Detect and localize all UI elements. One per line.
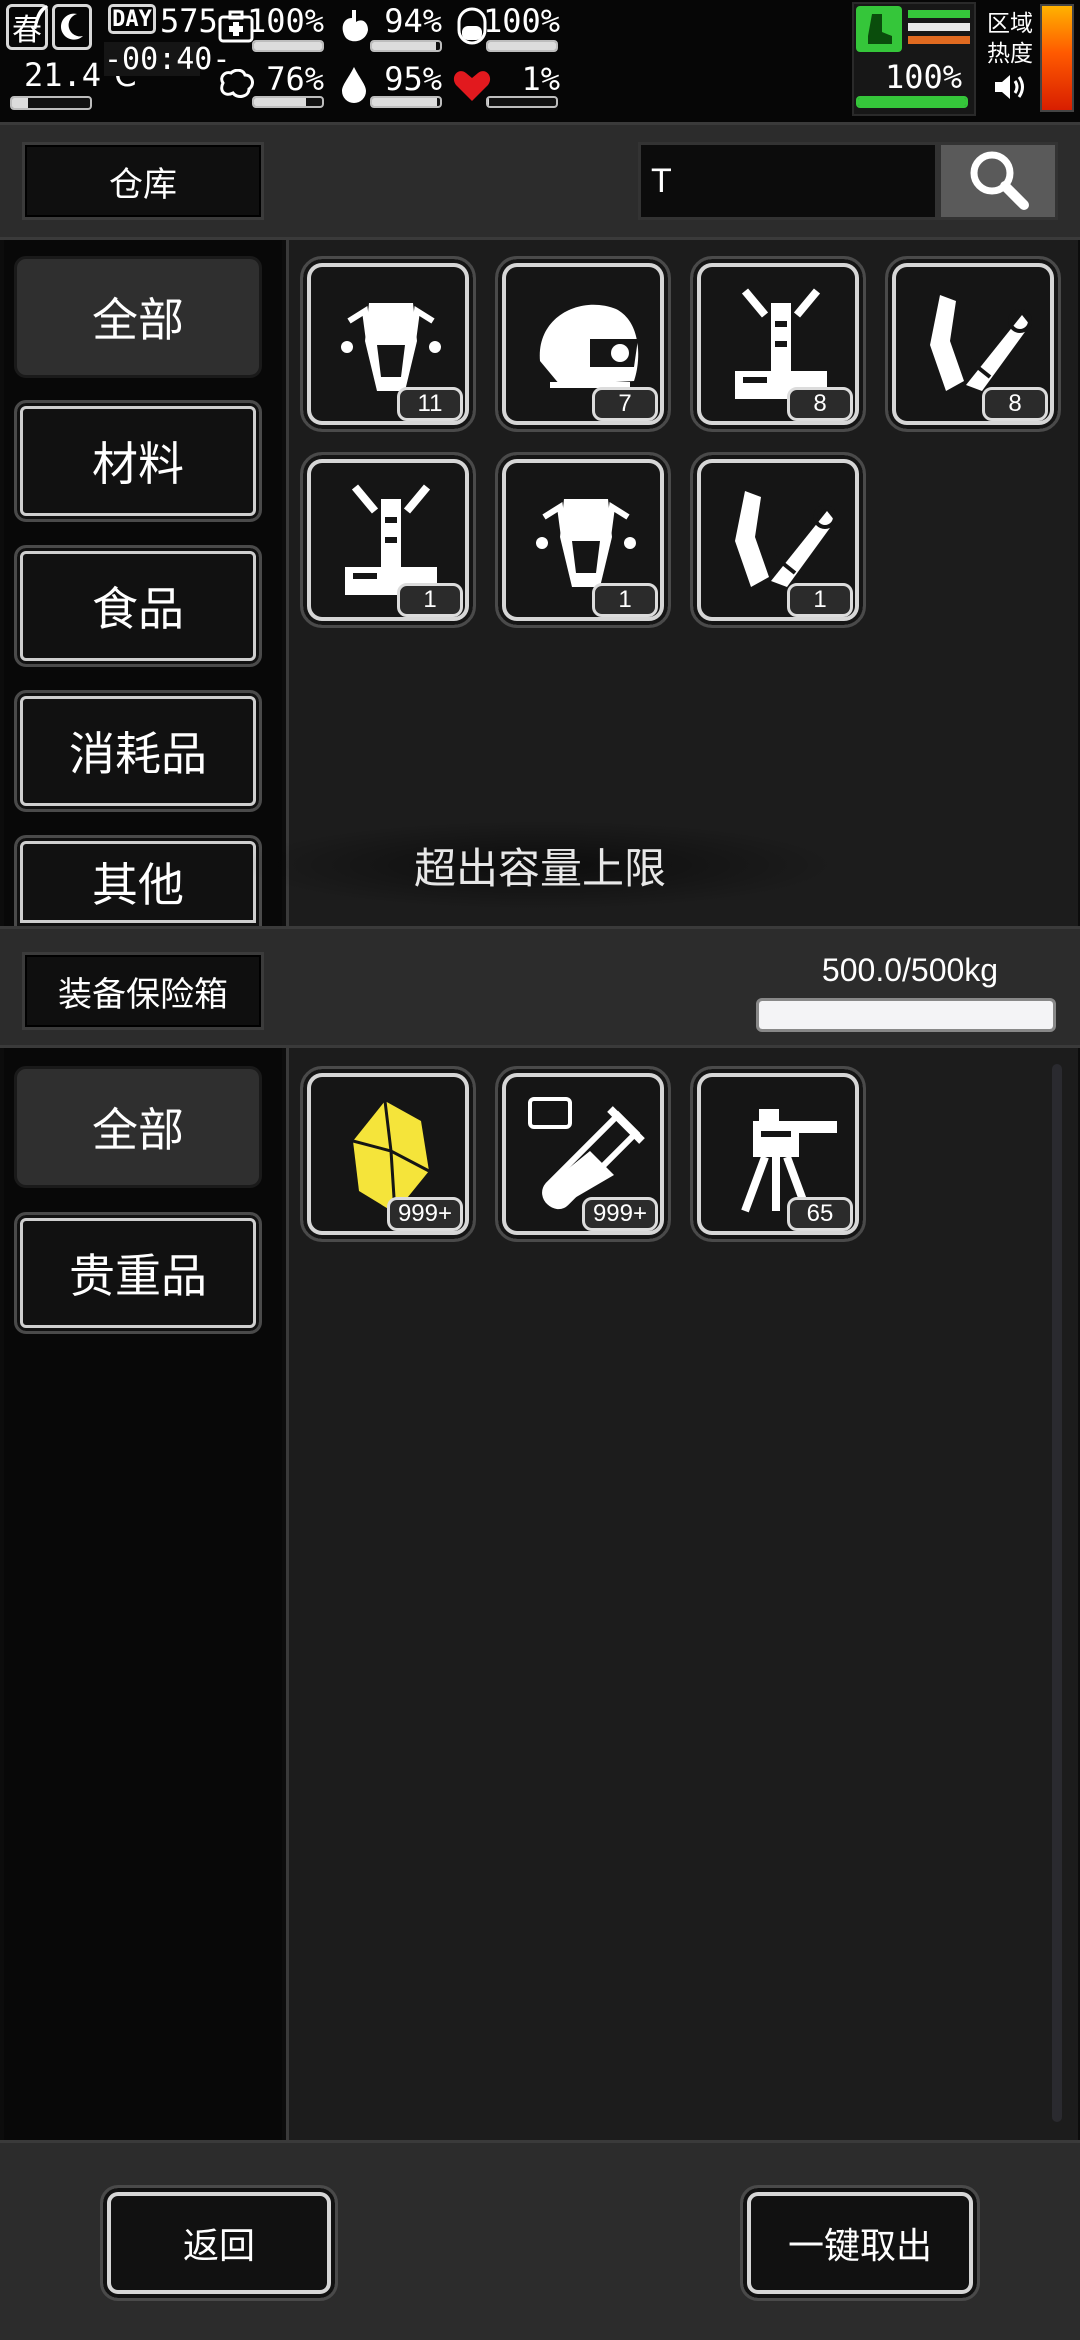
item-count: 11 [397, 387, 463, 421]
item-count: 8 [982, 387, 1048, 421]
safe-box-tab-valuables[interactable]: 贵重品 [14, 1212, 262, 1334]
search-input[interactable]: T [638, 142, 938, 220]
item-count: 1 [592, 583, 658, 617]
health-bar [252, 40, 324, 52]
item-slot[interactable]: 1 [300, 452, 476, 628]
hunger-value: 94% [384, 2, 442, 40]
item-slot[interactable]: 999+ [300, 1066, 476, 1242]
weight-readout: 500.0/500kg [821, 952, 999, 988]
safe-box-scrollbar[interactable] [1052, 1064, 1062, 2122]
warehouse-tab-materials[interactable]: 材料 [14, 400, 262, 522]
safe-box-tab-all[interactable]: 全部 [14, 1066, 262, 1188]
warehouse-tab-other[interactable]: 其他 [14, 835, 262, 926]
zone-heat-label: 区域 热度 [987, 10, 1033, 66]
stamina-bar [856, 96, 968, 108]
item-count: 1 [787, 583, 853, 617]
capacity-warning-toast: 超出容量上限 [240, 820, 840, 910]
item-count: 65 [787, 1197, 853, 1231]
take-all-button[interactable]: 一键取出 [740, 2185, 980, 2301]
search-icon [966, 147, 1030, 215]
item-count: 999+ [386, 1197, 463, 1231]
item-slot[interactable]: 1 [690, 452, 866, 628]
day-label: DAY [108, 4, 156, 34]
search-button[interactable] [938, 142, 1058, 220]
item-slot[interactable]: 65 [690, 1066, 866, 1242]
thirst-bar [370, 96, 442, 108]
item-slot[interactable]: 8 [690, 256, 866, 432]
zone-heat-gauge [1040, 4, 1074, 112]
health-value: 100% [246, 2, 324, 40]
thirst-value: 95% [384, 60, 442, 98]
item-count: 1 [397, 583, 463, 617]
warehouse-tab-consumables[interactable]: 消耗品 [14, 690, 262, 812]
item-slot[interactable]: 11 [300, 256, 476, 432]
moon-icon [52, 4, 92, 50]
clock: -00:40- [104, 42, 231, 77]
warehouse-tab-food[interactable]: 食品 [14, 545, 262, 667]
speaker-icon[interactable] [990, 70, 1030, 104]
item-count: 999+ [581, 1197, 658, 1231]
status-bar: 春 21.4℃ DAY 575 -00:40- 100% 94% 100% 76… [0, 0, 1080, 122]
item-count: 7 [592, 387, 658, 421]
weight-capacity-bar [756, 998, 1056, 1032]
stamina-value: 100% [884, 58, 962, 96]
safe-box-title-button[interactable]: 装备保险箱 [22, 952, 264, 1030]
medicine-value: 100% [482, 2, 560, 40]
footer-bar: 返回 一键取出 [0, 2140, 1080, 2340]
sanity-bar [252, 96, 324, 108]
disease-value: 1% [521, 60, 560, 98]
medicine-bar [486, 40, 558, 52]
disease-bar [486, 96, 558, 108]
warehouse-tab-all[interactable]: 全部 [14, 256, 262, 378]
sanity-value: 76% [266, 60, 324, 98]
item-count: 8 [787, 387, 853, 421]
boot-icon [856, 6, 902, 52]
item-slot[interactable]: 7 [495, 256, 671, 432]
stamina-stripes [908, 10, 970, 50]
item-slot[interactable]: 8 [885, 256, 1061, 432]
hunger-bar [370, 40, 442, 52]
item-slot[interactable]: 1 [495, 452, 671, 628]
quill-icon [30, 2, 50, 32]
temperature-gauge [10, 96, 92, 110]
warehouse-title-button[interactable]: 仓库 [22, 142, 264, 220]
item-slot[interactable]: 999+ [495, 1066, 671, 1242]
back-button[interactable]: 返回 [100, 2185, 338, 2301]
